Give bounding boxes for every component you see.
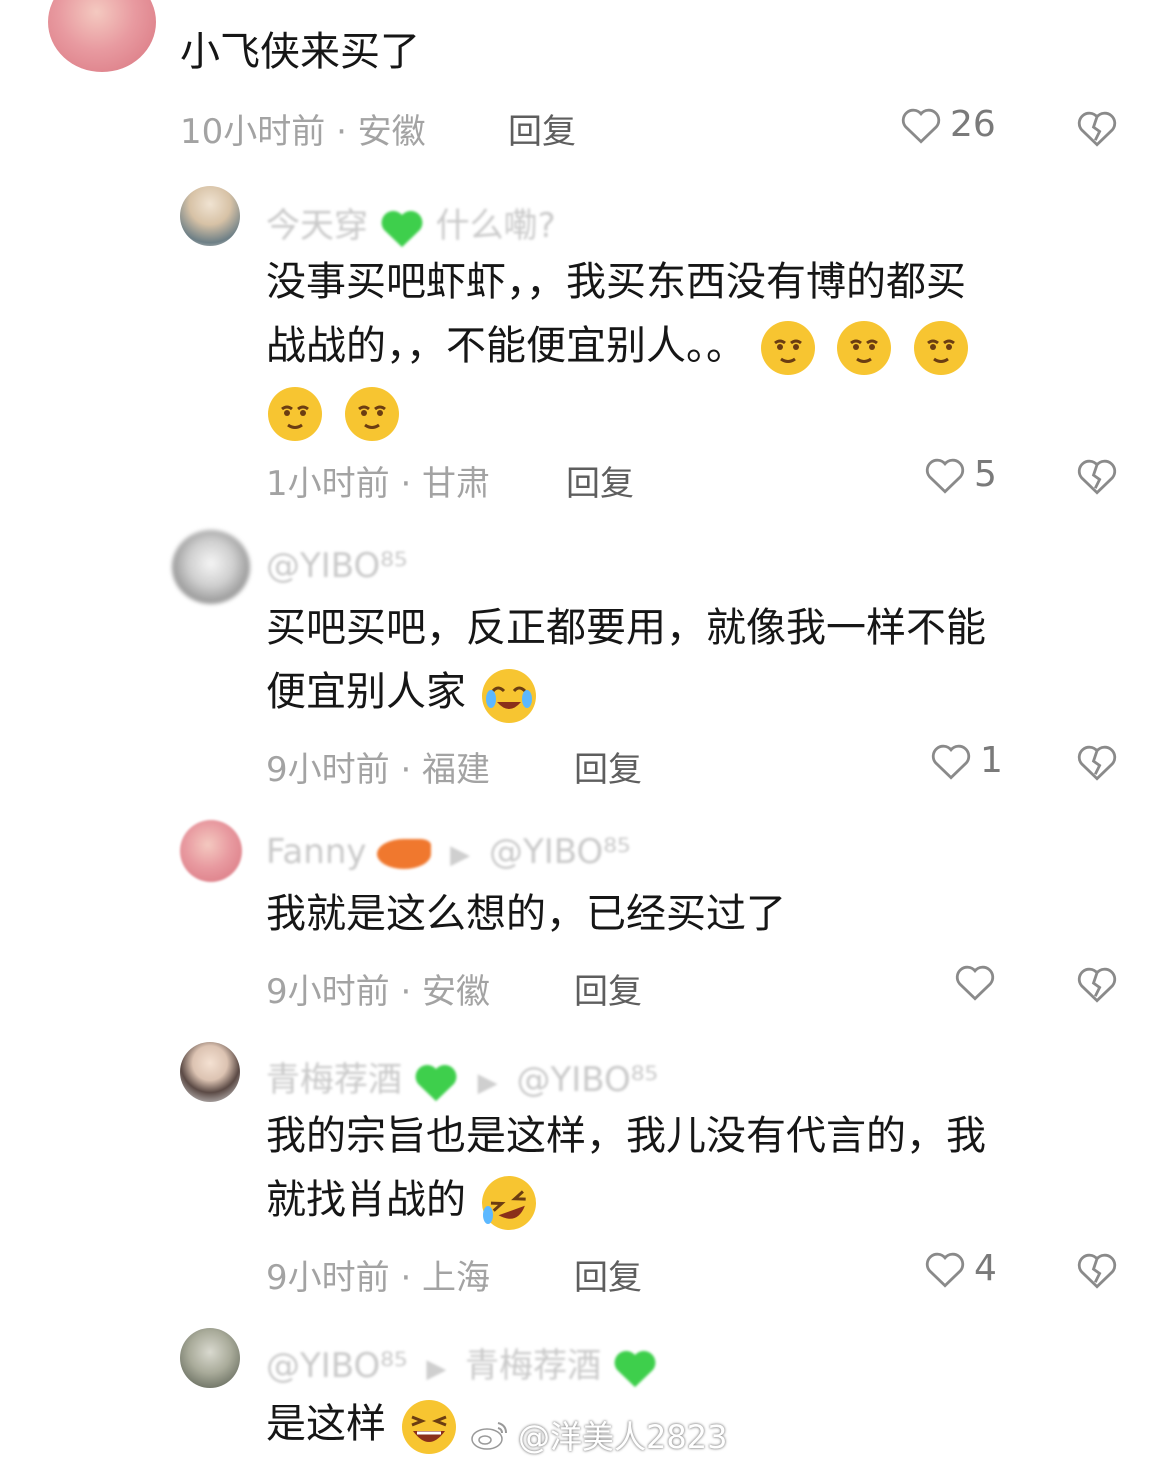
watermark: @洋美人2823 [470,1412,727,1458]
green-heart-icon [381,210,423,247]
comment-text: 是这样 [266,1392,463,1456]
comment-time-location: 10小时前 · 安徽 [180,112,426,152]
like-button[interactable]: 4 [924,1248,997,1289]
shrimp-icon [377,838,432,869]
like-count: 1 [980,740,1003,781]
comment-time-location: 9小时前 · 安徽 [266,972,491,1012]
green-heart-icon [614,1350,656,1387]
green-heart-icon [415,1064,457,1101]
like-button[interactable]: 5 [924,454,997,495]
comment-text-line: 买吧买吧，反正都要用，就像我一样不能 [266,605,986,651]
comment-username: @YIBO⁸⁵ ▶ 青梅荐酒 [266,1338,658,1389]
weibo-logo-icon [471,1422,507,1450]
comment-text: 小飞侠来买了 [180,29,420,75]
laughing-face-icon [399,1397,457,1455]
comment-time-location: 9小时前 · 上海 [266,1258,491,1298]
comment-text-line: 便宜别人家 [266,660,1106,724]
avatar[interactable] [48,0,156,72]
avatar[interactable] [180,186,240,246]
reply-button[interactable]: 回复 [508,104,576,153]
reply-button[interactable]: 回复 [574,964,642,1013]
like-count: 5 [974,454,997,495]
like-button[interactable] [954,962,996,1002]
comment-username: Fanny ▶ @YIBO⁸⁵ [266,832,631,872]
smug-face-icon [759,319,817,377]
dislike-icon[interactable] [1076,742,1118,782]
comment-text-line: 就找肖战的 [266,1168,1106,1232]
reply-arrow-icon: ▶ [450,840,471,870]
comment-text-line: 战战的，，不能便宜别人。。 [266,314,1106,378]
like-button[interactable]: 26 [900,104,996,145]
heart-icon [925,1252,965,1288]
like-count: 26 [950,104,996,145]
comment-text-line [266,380,1106,444]
comment-username: @YIBO⁸⁵ [266,546,408,586]
avatar[interactable] [180,820,242,882]
like-count: 4 [974,1248,997,1289]
reply-button[interactable]: 回复 [574,742,642,791]
comment-text: 我的宗旨也是这样，我儿没有代言的，我 就找肖战的 [266,1104,1106,1232]
comment-text-line: 我的宗旨也是这样，我儿没有代言的，我 [266,1113,986,1159]
smug-face-icon [835,319,893,377]
dislike-icon[interactable] [1076,1250,1118,1290]
reply-button[interactable]: 回复 [566,456,634,505]
smug-face-icon [343,385,401,443]
comment-time-location: 1小时前 · 甘肃 [266,464,491,504]
like-button[interactable]: 1 [930,740,1003,781]
comment-text: 我就是这么想的，已经买过了 [266,891,786,937]
avatar[interactable] [180,1042,240,1102]
comment-time-location: 9小时前 · 福建 [266,750,491,790]
heart-icon [901,108,941,144]
comment-text: 没事买吧虾虾，，我买东西没有博的都买 战战的，，不能便宜别人。。 [266,250,1106,444]
heart-icon [925,458,965,494]
dislike-icon[interactable] [1076,108,1118,148]
crying-laughing-face-icon [479,665,537,723]
reply-arrow-icon: ▶ [477,1068,498,1098]
avatar[interactable] [180,1328,240,1388]
smug-face-icon [912,319,970,377]
dislike-icon[interactable] [1076,456,1118,496]
smug-face-icon [266,385,324,443]
comment-text-line: 没事买吧虾虾，，我买东西没有博的都买 [266,259,966,305]
reply-arrow-icon: ▶ [426,1354,447,1384]
comment-username: 青梅荐酒 ▶ @YIBO⁸⁵ [266,1052,658,1103]
comment-text: 买吧买吧，反正都要用，就像我一样不能 便宜别人家 [266,596,1106,724]
heart-icon [931,744,971,780]
rolling-laughing-face-icon [479,1173,537,1231]
comment-username: 今天穿 什么嘞? [266,198,556,249]
avatar[interactable] [172,530,250,604]
dislike-icon[interactable] [1076,964,1118,1004]
reply-button[interactable]: 回复 [574,1250,642,1299]
heart-icon [955,965,995,1001]
